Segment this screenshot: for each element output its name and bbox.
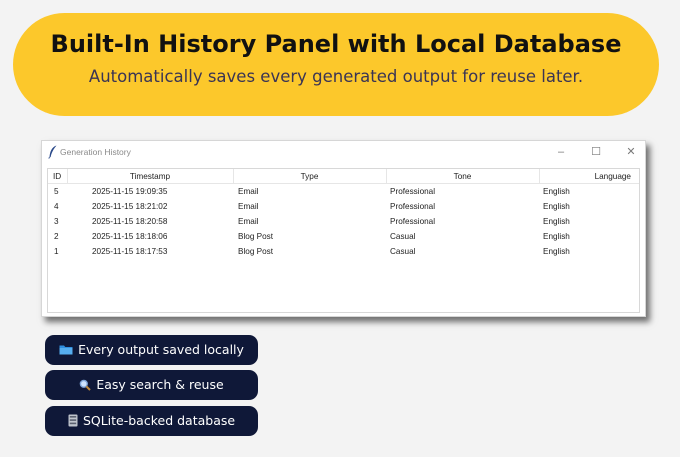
cell-timestamp: 2025-11-15 18:20:58: [92, 217, 168, 226]
cell-language: English: [543, 202, 570, 211]
cell-timestamp: 2025-11-15 19:09:35: [92, 187, 168, 196]
cell-type: Email: [238, 202, 259, 211]
page: Built-In History Panel with Local Databa…: [0, 0, 680, 457]
feature-label: Easy search & reuse: [96, 377, 224, 392]
header-banner: Built-In History Panel with Local Databa…: [13, 13, 659, 116]
cell-type: Blog Post: [238, 247, 274, 256]
table-row[interactable]: 1 2025-11-15 18:17:53 Blog Post Casual E…: [48, 244, 639, 259]
cell-language: English: [543, 232, 570, 241]
cell-timestamp: 2025-11-15 18:17:53: [92, 247, 168, 256]
feature-pill-saved-locally: Every output saved locally: [45, 335, 258, 365]
cell-tone: Professional: [390, 202, 436, 211]
cell-id: 3: [54, 217, 59, 226]
cell-tone: Professional: [390, 217, 436, 226]
cell-timestamp: 2025-11-15 18:21:02: [92, 202, 168, 211]
cell-language: English: [543, 247, 570, 256]
table-row[interactable]: 4 2025-11-15 18:21:02 Email Professional…: [48, 199, 639, 214]
column-header-id[interactable]: ID: [48, 169, 68, 184]
banner-subtitle: Automatically saves every generated outp…: [88, 67, 584, 86]
cell-tone: Casual: [390, 232, 416, 241]
feature-label: Every output saved locally: [78, 342, 244, 357]
table-row[interactable]: 3 2025-11-15 18:20:58 Email Professional…: [48, 214, 639, 229]
table-row[interactable]: 5 2025-11-15 19:09:35 Email Professional…: [48, 184, 639, 200]
feature-pill-search-reuse: Easy search & reuse: [45, 370, 258, 400]
table-row[interactable]: 2 2025-11-15 18:18:06 Blog Post Casual E…: [48, 229, 639, 244]
cell-language: English: [543, 187, 570, 196]
history-window: Generation History – ☐ ✕ ID Timestamp Ty…: [41, 140, 646, 317]
banner-title: Built-In History Panel with Local Databa…: [50, 30, 622, 58]
table-header-row: ID Timestamp Type Tone Language: [48, 169, 639, 184]
maximize-button[interactable]: ☐: [581, 143, 611, 161]
column-header-type[interactable]: Type: [233, 169, 387, 184]
column-header-timestamp[interactable]: Timestamp: [67, 169, 234, 184]
cell-id: 5: [54, 187, 59, 196]
column-header-language[interactable]: Language: [539, 169, 639, 184]
close-button[interactable]: ✕: [616, 143, 646, 161]
cell-tone: Casual: [390, 247, 416, 256]
cell-timestamp: 2025-11-15 18:18:06: [92, 232, 168, 241]
cell-type: Blog Post: [238, 232, 274, 241]
cell-type: Email: [238, 187, 259, 196]
cell-id: 1: [54, 247, 59, 256]
window-titlebar[interactable]: Generation History – ☐ ✕: [42, 141, 645, 165]
cell-language: English: [543, 217, 570, 226]
cell-id: 2: [54, 232, 59, 241]
feather-icon: [48, 145, 57, 159]
database-icon: [68, 414, 78, 427]
feature-pill-sqlite: SQLite-backed database: [45, 406, 258, 436]
cell-tone: Professional: [390, 187, 436, 196]
history-table[interactable]: ID Timestamp Type Tone Language 5 2025-1…: [47, 168, 640, 313]
window-title: Generation History: [60, 147, 131, 157]
cell-type: Email: [238, 217, 259, 226]
cell-id: 4: [54, 202, 59, 211]
folder-icon: [59, 345, 73, 355]
feature-label: SQLite-backed database: [82, 413, 236, 428]
column-header-tone[interactable]: Tone: [386, 169, 540, 184]
minimize-button[interactable]: –: [546, 143, 576, 161]
magnifier-icon: [80, 379, 92, 391]
